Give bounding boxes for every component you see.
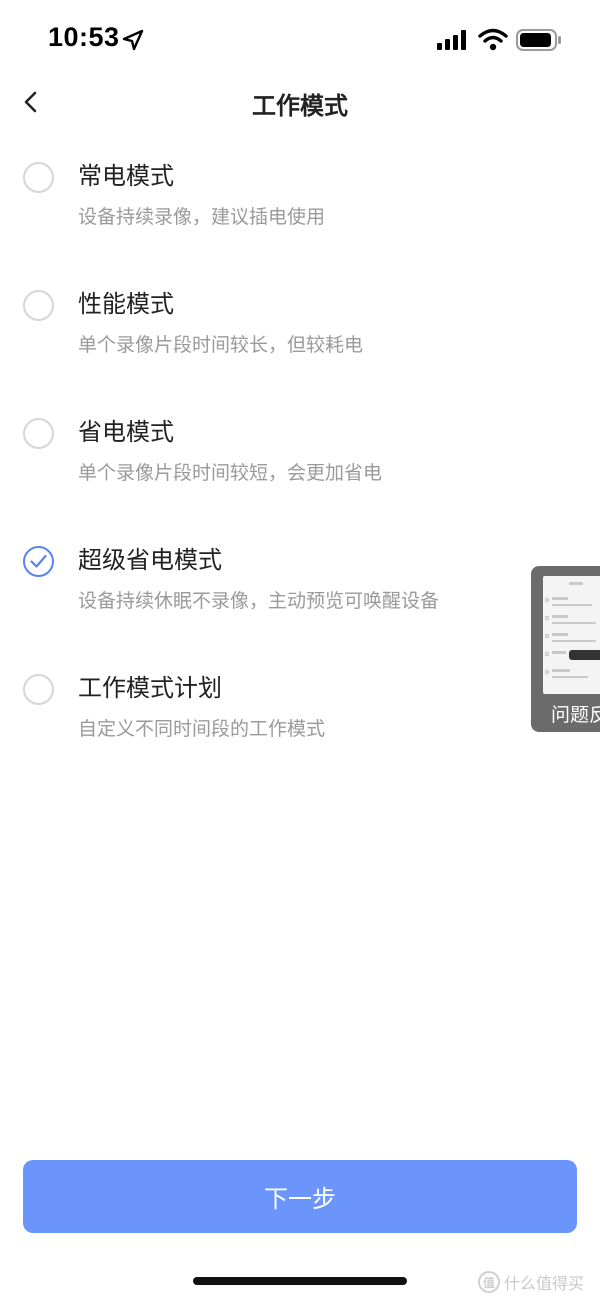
radio-checked-icon[interactable] <box>23 546 54 577</box>
option-description: 设备持续休眠不录像，主动预览可唤醒设备 <box>78 590 440 612</box>
watermark-logo-icon: 值 <box>478 1271 500 1293</box>
option-description: 单个录像片段时间较长，但较耗电 <box>78 334 364 356</box>
option-title: 省电模式 <box>78 418 174 446</box>
radio-unchecked-icon[interactable] <box>23 290 54 321</box>
feedback-floating-button[interactable]: 问题反 <box>531 566 600 732</box>
page-title: 工作模式 <box>252 92 348 120</box>
screenshot-thumbnail <box>543 576 600 694</box>
option-title: 常电模式 <box>78 162 174 190</box>
battery-icon <box>516 29 561 51</box>
option-title: 性能模式 <box>78 290 174 318</box>
location-arrow-icon <box>122 29 144 51</box>
nav-bar: 工作模式 <box>0 78 600 126</box>
option-title: 工作模式计划 <box>78 674 222 702</box>
feedback-label: 问题反 <box>551 704 600 726</box>
watermark: 值 什么值得买 <box>478 1270 584 1294</box>
mode-option-super-power-saving[interactable]: 超级省电模式 设备持续休眠不录像，主动预览可唤醒设备 <box>0 534 600 662</box>
status-time: 10:53 <box>48 22 120 52</box>
home-indicator[interactable] <box>193 1277 407 1285</box>
mode-option-always-on[interactable]: 常电模式 设备持续录像，建议插电使用 <box>0 150 600 278</box>
option-description: 单个录像片段时间较短，会更加省电 <box>78 462 383 484</box>
radio-unchecked-icon[interactable] <box>23 418 54 449</box>
watermark-text: 什么值得买 <box>504 1274 585 1293</box>
mode-option-power-saving[interactable]: 省电模式 单个录像片段时间较短，会更加省电 <box>0 406 600 534</box>
option-title: 超级省电模式 <box>78 546 222 574</box>
mode-option-performance[interactable]: 性能模式 单个录像片段时间较长，但较耗电 <box>0 278 600 406</box>
radio-unchecked-icon[interactable] <box>23 162 54 193</box>
mode-option-schedule[interactable]: 工作模式计划 自定义不同时间段的工作模式 <box>0 662 600 790</box>
checkmark-icon <box>30 554 47 568</box>
wifi-icon <box>478 28 508 51</box>
status-bar: 10:53 <box>0 0 600 80</box>
radio-unchecked-icon[interactable] <box>23 674 54 705</box>
option-description: 自定义不同时间段的工作模式 <box>78 718 326 740</box>
cellular-signal-icon <box>437 30 466 50</box>
option-description: 设备持续录像，建议插电使用 <box>78 206 326 228</box>
mode-option-list: 常电模式 设备持续录像，建议插电使用 性能模式 单个录像片段时间较长，但较耗电 … <box>0 150 600 790</box>
screen: 10:53 工作模式 常电模式 设备持续录像，建议插电使用 性能模式 单个录像片… <box>0 0 600 1298</box>
next-step-button[interactable]: 下一步 <box>23 1160 577 1233</box>
